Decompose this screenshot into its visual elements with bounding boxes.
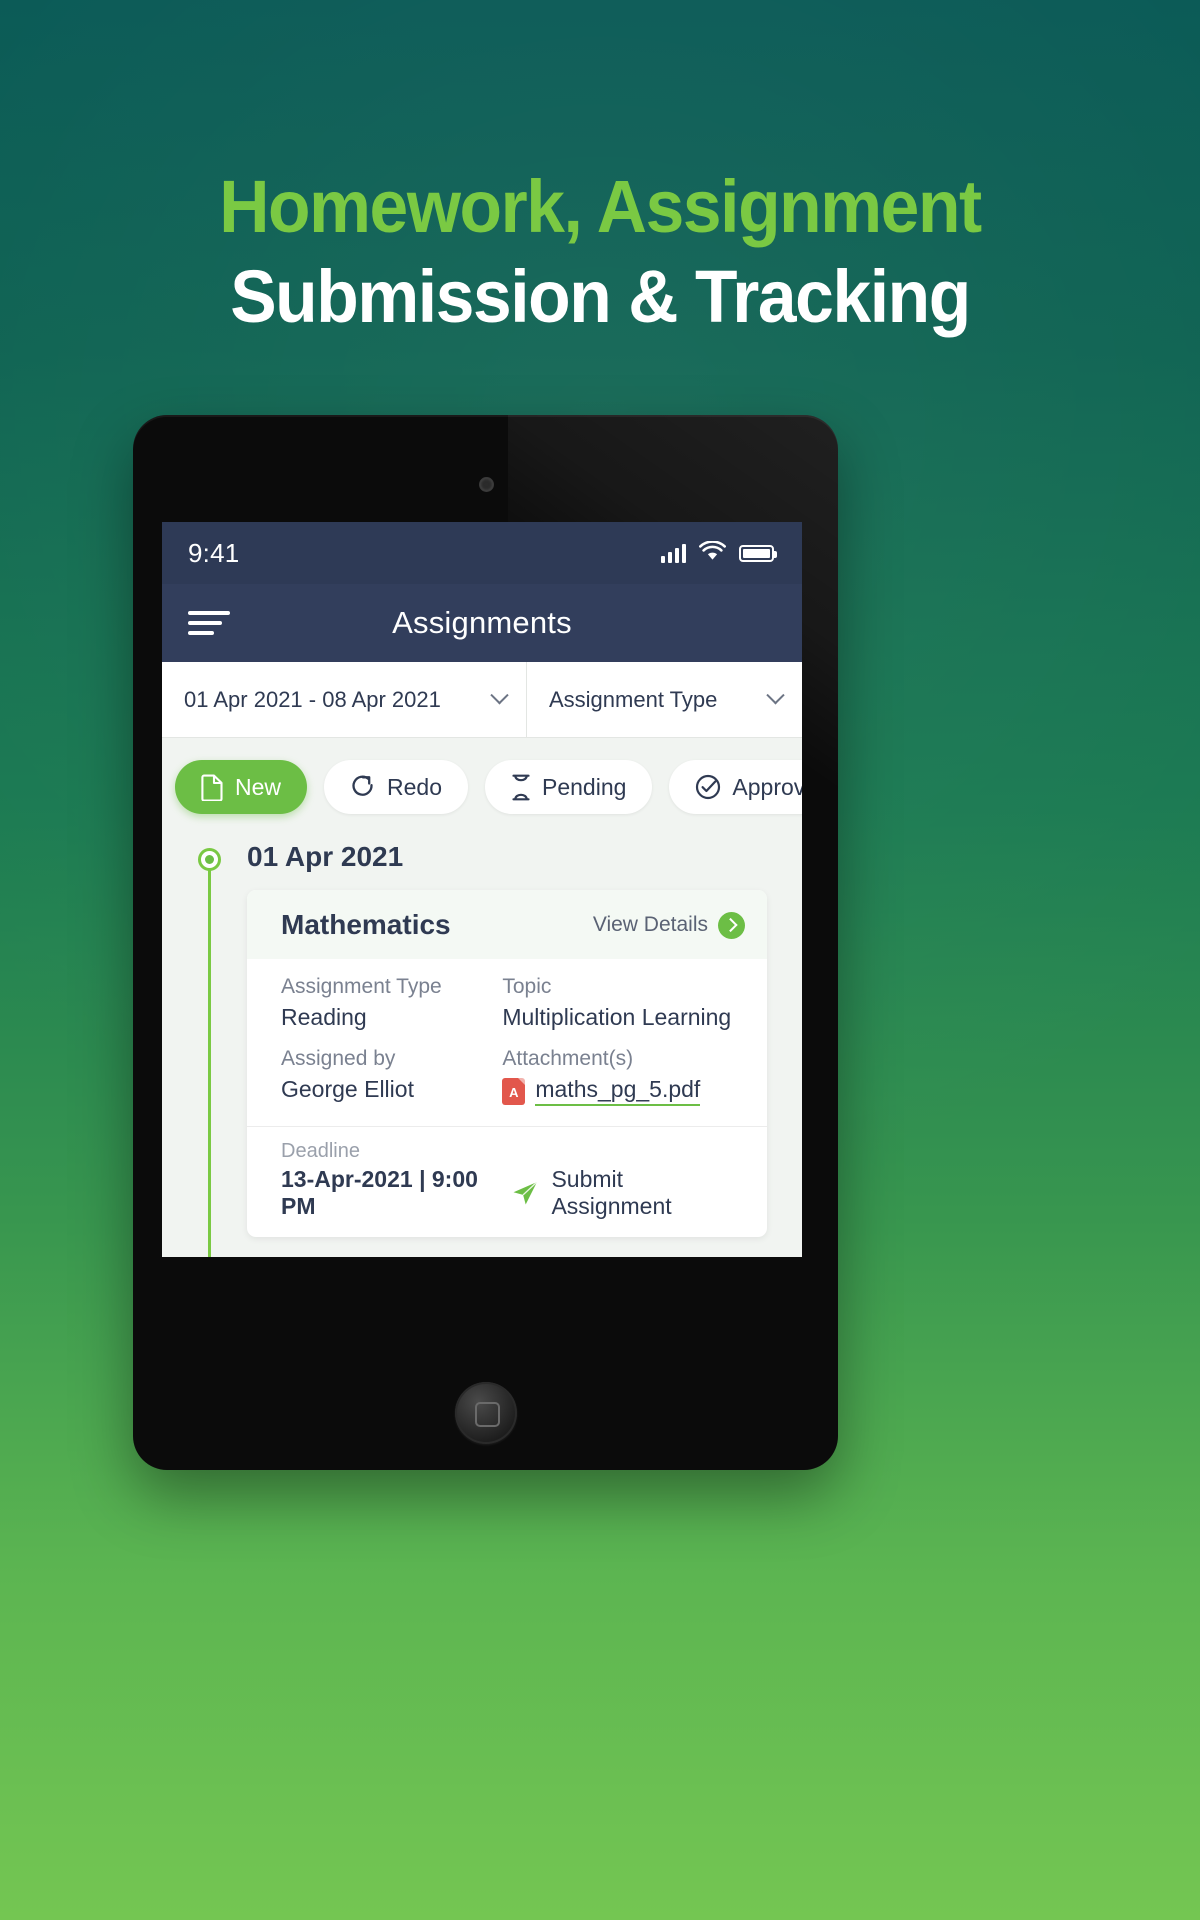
chip-approved-label: Approved bbox=[732, 773, 802, 800]
app-screen: 9:41 Assignments 01 Apr 2021 - 08 Apr 20… bbox=[162, 522, 802, 1257]
timeline-date: 01 Apr 2021 bbox=[247, 841, 404, 872]
camera-icon bbox=[479, 478, 493, 491]
submit-assignment-label: Submit Assignment bbox=[551, 1166, 672, 1219]
assignments-timeline: 01 Apr 2021 Mathematics View Details Ass… bbox=[162, 834, 802, 1257]
field-value: Reading bbox=[281, 1004, 367, 1030]
field-assigned-by: Assigned by George Elliot bbox=[281, 1047, 502, 1122]
chevron-down-icon bbox=[490, 686, 509, 705]
assignment-card[interactable]: Mathematics View Details Assignment Type… bbox=[247, 890, 767, 1237]
assignment-type-filter-value: Assignment Type bbox=[549, 686, 718, 712]
battery-full-icon bbox=[739, 544, 777, 562]
view-details-button[interactable]: View Details bbox=[592, 911, 745, 939]
chip-new-label: New bbox=[235, 773, 282, 800]
pdf-file-icon: A bbox=[502, 1077, 526, 1105]
chip-new[interactable]: New bbox=[175, 760, 308, 814]
date-range-filter[interactable]: 01 Apr 2021 - 08 Apr 2021 bbox=[162, 662, 527, 737]
assignment-type-filter[interactable]: Assignment Type bbox=[527, 662, 802, 737]
field-assignment-type: Assignment Type Reading bbox=[281, 975, 502, 1047]
assignment-subject: Mathematics bbox=[281, 909, 451, 940]
chip-approved[interactable]: Approved bbox=[669, 760, 802, 814]
chip-pending-label: Pending bbox=[542, 773, 627, 800]
hamburger-menu-icon[interactable] bbox=[188, 611, 230, 635]
deadline-block: Deadline 13-Apr-2021 | 9:00 PM bbox=[281, 1140, 511, 1220]
deadline-label: Deadline bbox=[281, 1140, 360, 1162]
promo-headline-line1: Homework, Assignment bbox=[219, 165, 982, 248]
status-bar-time: 9:41 bbox=[188, 537, 240, 568]
refresh-redo-icon bbox=[350, 774, 376, 800]
submit-assignment-button[interactable]: Submit Assignment bbox=[511, 1166, 741, 1220]
view-details-label: View Details bbox=[592, 913, 708, 936]
tablet-device-frame: 9:41 Assignments 01 Apr 2021 - 08 Apr 20… bbox=[133, 415, 838, 1470]
assignment-field-row: Assigned by George Elliot Attachment(s) … bbox=[281, 1047, 737, 1122]
check-circle-icon bbox=[695, 774, 721, 800]
assignment-card-body: Assignment Type Reading Topic Multiplica… bbox=[247, 959, 767, 1126]
wifi-icon bbox=[699, 539, 726, 566]
status-filter-chips: New Redo Pending Approv bbox=[162, 738, 802, 834]
status-bar: 9:41 bbox=[162, 522, 802, 584]
chip-redo-label: Redo bbox=[387, 773, 442, 800]
field-label: Attachment(s) bbox=[502, 1047, 634, 1070]
assignment-card-header: Mathematics View Details bbox=[247, 890, 767, 959]
timeline-group: 01 Apr 2021 Mathematics View Details Ass… bbox=[162, 834, 802, 1237]
field-topic: Topic Multiplication Learning bbox=[502, 975, 737, 1047]
date-range-filter-value: 01 Apr 2021 - 08 Apr 2021 bbox=[184, 686, 441, 712]
field-label: Assignment Type bbox=[281, 975, 442, 998]
field-label: Assigned by bbox=[281, 1047, 396, 1070]
promo-headline: Homework, Assignment Submission & Tracki… bbox=[0, 170, 1200, 334]
send-paper-plane-icon bbox=[511, 1179, 539, 1207]
field-attachments: Attachment(s) A maths_pg_5.pdf bbox=[502, 1047, 737, 1122]
attachment-link[interactable]: A maths_pg_5.pdf bbox=[502, 1076, 737, 1106]
assignment-field-row: Assignment Type Reading Topic Multiplica… bbox=[281, 975, 737, 1047]
attachment-filename: maths_pg_5.pdf bbox=[535, 1076, 701, 1106]
home-button[interactable] bbox=[454, 1382, 517, 1444]
field-label: Topic bbox=[502, 975, 552, 998]
field-value: Multiplication Learning bbox=[502, 1004, 732, 1030]
deadline-value: 13-Apr-2021 | 9:00 PM bbox=[281, 1166, 478, 1219]
promo-headline-line2: Submission & Tracking bbox=[230, 255, 971, 338]
field-value: George Elliot bbox=[281, 1076, 414, 1102]
filter-bar: 01 Apr 2021 - 08 Apr 2021 Assignment Typ… bbox=[162, 662, 802, 738]
chevron-down-icon bbox=[766, 686, 785, 705]
cellular-signal-icon bbox=[661, 543, 686, 563]
timeline-dot-icon bbox=[198, 848, 221, 871]
assignment-card-footer: Deadline 13-Apr-2021 | 9:00 PM Submit As… bbox=[247, 1126, 767, 1237]
page-title: Assignments bbox=[392, 605, 572, 640]
arrow-right-circle-icon bbox=[718, 911, 745, 939]
status-bar-icons bbox=[661, 539, 777, 566]
chip-redo[interactable]: Redo bbox=[324, 760, 468, 814]
hourglass-icon bbox=[511, 774, 531, 801]
file-document-icon bbox=[201, 774, 224, 801]
chip-pending[interactable]: Pending bbox=[485, 760, 653, 814]
app-bar: Assignments bbox=[162, 584, 802, 662]
